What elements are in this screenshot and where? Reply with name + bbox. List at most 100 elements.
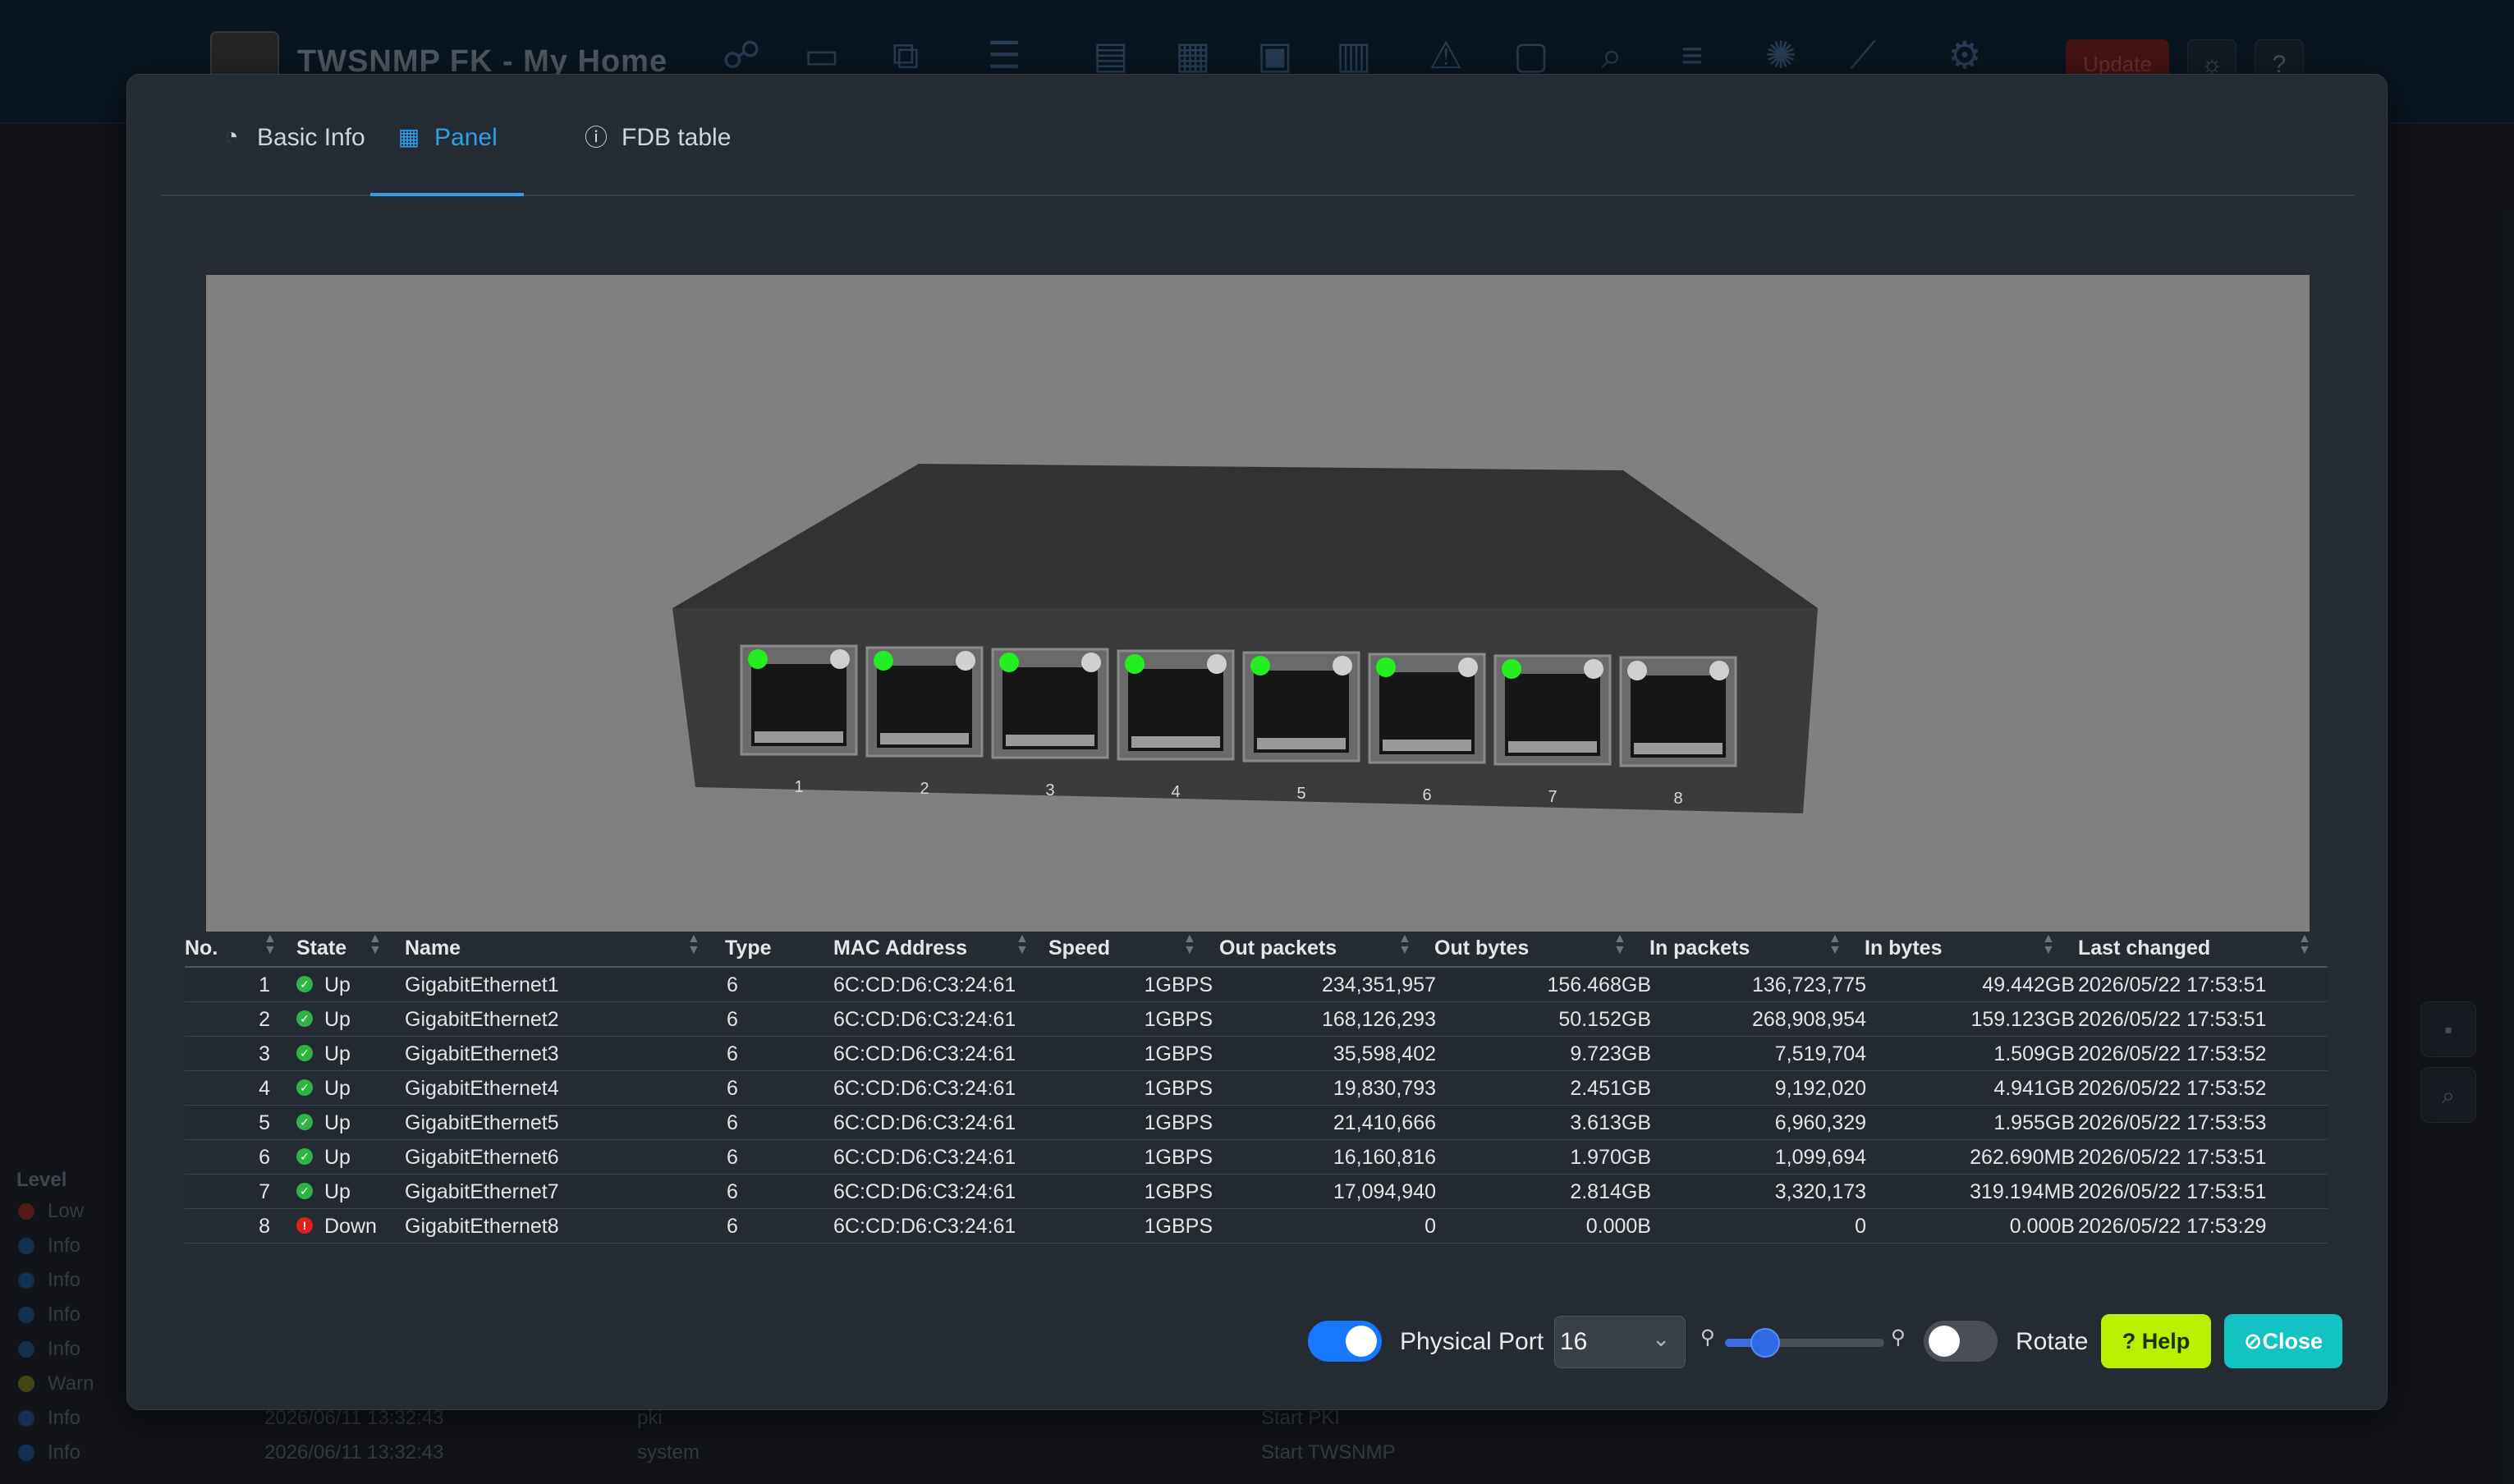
state-up-icon: ✓ — [296, 1114, 313, 1130]
port-activity-led — [1207, 654, 1227, 674]
cell-in-packets: 136,723,775 — [1751, 973, 1866, 996]
port-pins — [755, 731, 843, 743]
cell-in-packets: 1,099,694 — [1774, 1146, 1866, 1169]
zoom-in-icon[interactable]: ⚲ — [1891, 1326, 1906, 1349]
port-link-led — [999, 653, 1019, 672]
cell-no: 5 — [259, 1111, 270, 1134]
sort-out-packets-icon[interactable]: ▲ ▼ — [1398, 932, 1411, 957]
port-pins — [1006, 735, 1094, 746]
switch-3d-model: 1 2 3 4 5 6 7 8 — [672, 464, 1818, 813]
cell-in-packets: 268,908,954 — [1751, 1008, 1866, 1031]
cell-type: 6 — [727, 1111, 738, 1134]
cell-out-bytes: 2.814GB — [1570, 1180, 1651, 1203]
cell-state: Up — [324, 1146, 351, 1169]
close-button[interactable]: ⊘Close — [2224, 1314, 2342, 1368]
cell-name: GigabitEthernet5 — [405, 1111, 559, 1134]
cell-state: Up — [324, 1111, 351, 1134]
cell-type: 6 — [727, 1008, 738, 1031]
tab-fdb-table[interactable]: ⓘ FDB table — [557, 124, 757, 196]
sort-speed-icon[interactable]: ▲ ▼ — [1183, 932, 1196, 957]
cell-speed: 1GBPS — [1144, 1077, 1213, 1100]
help-button[interactable]: ? Help — [2101, 1314, 2211, 1368]
state-down-icon: ! — [296, 1217, 313, 1234]
switch-top-face — [672, 464, 1818, 608]
cell-mac: 6C:CD:D6:C3:24:61 — [833, 1042, 1016, 1065]
zoom-slider-handle[interactable] — [1750, 1328, 1780, 1358]
col-type[interactable]: Type — [725, 937, 772, 964]
cell-speed: 1GBPS — [1144, 1111, 1213, 1134]
table-row[interactable]: 4 GigabitEthernet4 6 6C:CD:D6:C3:24:61 1GBPS… — [185, 1071, 2328, 1106]
cell-last-changed: 2026/05/22 17:53:52 — [2078, 1042, 2267, 1065]
table-row[interactable]: 5 GigabitEthernet5 6 6C:CD:D6:C3:24:61 1GBPS… — [185, 1106, 2328, 1140]
panel-3d-viewport[interactable]: 1 2 3 4 5 6 7 8 — [206, 275, 2310, 932]
port-pins — [1257, 738, 1346, 749]
port-count-value: 16 — [1560, 1328, 1588, 1355]
cell-in-packets: 9,192,020 — [1774, 1077, 1866, 1100]
physical-port-toggle[interactable] — [1308, 1321, 1382, 1362]
cell-mac: 6C:CD:D6:C3:24:61 — [833, 973, 1016, 996]
cell-mac: 6C:CD:D6:C3:24:61 — [833, 1215, 1016, 1238]
cell-name: GigabitEthernet1 — [405, 973, 559, 996]
tab-basic-info[interactable]: ◔ Basic Info — [193, 123, 392, 196]
cell-type: 6 — [727, 1180, 738, 1203]
cell-out-packets: 21,410,666 — [1333, 1111, 1436, 1134]
port-number-label: 8 — [1673, 790, 1682, 808]
port-number-label: 5 — [1296, 785, 1305, 803]
port-pins — [1634, 743, 1723, 754]
tab-panel[interactable]: ▦ Panel — [370, 124, 524, 196]
cell-last-changed: 2026/05/22 17:53:51 — [2078, 973, 2267, 996]
cell-speed: 1GBPS — [1144, 1146, 1213, 1169]
table-row[interactable]: 2 GigabitEthernet2 6 6C:CD:D6:C3:24:61 1GBPS… — [185, 1002, 2328, 1037]
col-state[interactable]: State — [296, 937, 346, 964]
port-link-led — [1502, 659, 1521, 679]
col-in-bytes[interactable]: In bytes — [1865, 937, 1942, 964]
cell-no: 2 — [259, 1008, 270, 1031]
zoom-out-icon[interactable]: ⚲ — [1700, 1326, 1715, 1349]
port-link-led — [748, 649, 768, 669]
cell-out-packets: 168,126,293 — [1321, 1008, 1436, 1031]
port-count-select[interactable]: 16 ⌄ — [1554, 1316, 1686, 1368]
sort-no-icon[interactable]: ▲ ▼ — [264, 932, 277, 957]
cell-type: 6 — [727, 1215, 738, 1238]
cell-type: 6 — [727, 1042, 738, 1065]
table-row[interactable]: 1 GigabitEthernet1 6 6C:CD:D6:C3:24:61 1GBPS… — [185, 968, 2328, 1002]
sort-in-bytes-icon[interactable]: ▲ ▼ — [2042, 932, 2055, 957]
sort-out-bytes-icon[interactable]: ▲ ▼ — [1613, 932, 1626, 957]
sort-name-icon[interactable]: ▲ ▼ — [687, 932, 700, 957]
cell-name: GigabitEthernet4 — [405, 1077, 559, 1100]
col-no[interactable]: No. — [185, 937, 218, 964]
col-name[interactable]: Name — [405, 937, 461, 964]
cell-in-bytes: 319.194MB — [1970, 1180, 2075, 1203]
col-out-bytes[interactable]: Out bytes — [1434, 937, 1529, 964]
table-grid-icon: ▦ — [397, 123, 420, 149]
cell-mac: 6C:CD:D6:C3:24:61 — [833, 1008, 1016, 1031]
cell-in-bytes: 49.442GB — [1982, 973, 2075, 996]
table-row[interactable]: 7 GigabitEthernet7 6 6C:CD:D6:C3:24:61 1GBPS… — [185, 1175, 2328, 1209]
port-link-led — [874, 651, 893, 671]
rotate-toggle[interactable] — [1924, 1321, 1998, 1362]
port-activity-led — [1333, 656, 1352, 676]
col-out-packets[interactable]: Out packets — [1219, 937, 1337, 964]
cell-speed: 1GBPS — [1144, 973, 1213, 996]
cell-no: 3 — [259, 1042, 270, 1065]
table-row[interactable]: 3 GigabitEthernet3 6 6C:CD:D6:C3:24:61 1GBPS… — [185, 1037, 2328, 1071]
cell-in-bytes: 0.000B — [2009, 1215, 2075, 1238]
sort-in-packets-icon[interactable]: ▲ ▼ — [1828, 932, 1842, 957]
zoom-slider[interactable] — [1725, 1339, 1884, 1347]
cell-state: Up — [324, 1180, 351, 1203]
close-circle-icon: ⊘ — [2243, 1329, 2263, 1353]
sort-state-icon[interactable]: ▲ ▼ — [369, 932, 382, 957]
table-row[interactable]: 6 GigabitEthernet6 6 6C:CD:D6:C3:24:61 1GBPS… — [185, 1140, 2328, 1175]
cell-out-packets: 17,094,940 — [1333, 1180, 1436, 1203]
cell-last-changed: 2026/05/22 17:53:51 — [2078, 1008, 2267, 1031]
sort-last-changed-icon[interactable]: ▲ ▼ — [2298, 932, 2311, 957]
col-last-changed[interactable]: Last changed — [2078, 937, 2210, 964]
table-row[interactable]: 8 GigabitEthernet8 6 6C:CD:D6:C3:24:61 1GBPS… — [185, 1209, 2328, 1244]
port-table: No. ▲ ▼ State ▲ ▼ Name ▲ ▼ Type MAC Address… — [185, 932, 2328, 1244]
sort-mac-icon[interactable]: ▲ ▼ — [1016, 932, 1029, 957]
port-link-led — [1250, 656, 1270, 676]
col-in-packets[interactable]: In packets — [1649, 937, 1750, 964]
col-speed[interactable]: Speed — [1048, 937, 1110, 964]
col-mac[interactable]: MAC Address — [833, 937, 967, 964]
help-label: Help — [2141, 1329, 2191, 1353]
